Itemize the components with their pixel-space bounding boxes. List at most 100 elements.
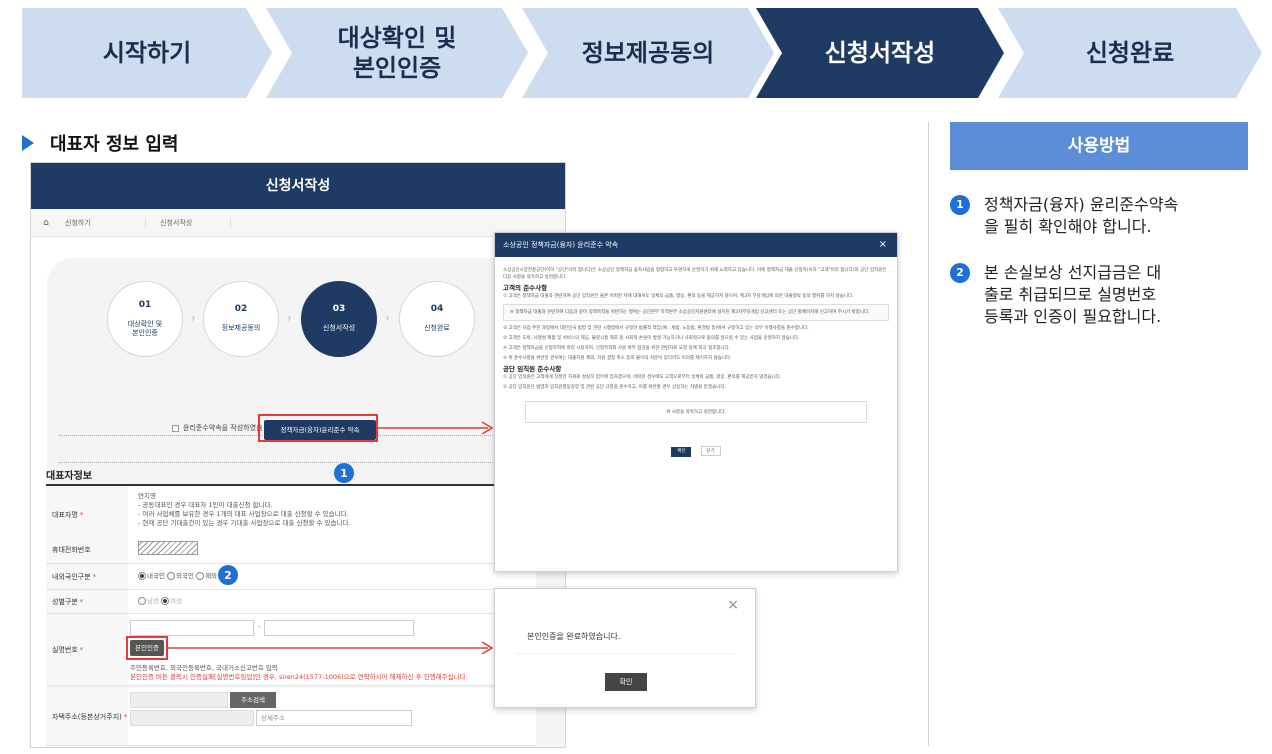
label-text: 성별구분	[52, 597, 78, 606]
radio-label: 남성	[147, 597, 159, 605]
howto-header: 사용방법	[950, 122, 1248, 170]
phone-label: 휴대전화번호	[46, 536, 128, 563]
nationality-label: 내외국인구분 *	[46, 564, 128, 589]
ethics-pledge-modal: 소상공인 정책자금(융자) 윤리준수 약속 × 소상공인시장진흥공단(이하 "공…	[494, 232, 898, 572]
modal-body: 소상공인시장진흥공단(이하 "공단"이라 합니다)은 소상공인 정책자금 융자사…	[495, 257, 897, 391]
howto-text: 본 손실보상 선지급금은 대	[984, 263, 1162, 282]
step-badge-1: 1	[334, 463, 354, 483]
breadcrumb-item[interactable]: 신청하기	[61, 217, 146, 228]
radio-label: 해외	[205, 572, 218, 580]
rep-name-note: - 여러 사업체를 보유한 경우 1개의 대표 사업장으로 대출 신청할 수 있…	[138, 510, 349, 518]
howto-text: 출로 취급되므로 실명번호	[984, 285, 1157, 304]
modal-notice-box: ※ 정책자금 대출과 관련하여 다음과 같이 정책목적을 위반하는 행위는 공단…	[503, 304, 889, 321]
checkbox-icon[interactable]	[172, 424, 179, 432]
step-label: 신청완료	[1085, 39, 1175, 67]
modal-confirm-button[interactable]: 확인	[671, 447, 692, 457]
breadcrumb-item[interactable]: 신청서작성	[146, 217, 231, 228]
identity-verify-button[interactable]: 본인인증	[130, 640, 164, 656]
close-icon[interactable]: ×	[879, 233, 887, 257]
label-text: 자택주소(등본상거주지)	[52, 712, 122, 721]
rep-name-note: - 현재 공단 기대출건이 있는 경우 기대출 사업장으로 대출 신청할 수 있…	[138, 519, 351, 527]
form-step-04: 04 신청완료	[399, 281, 475, 357]
required-mark: *	[123, 712, 128, 721]
label-text: 내외국인구분	[52, 572, 91, 581]
step-verify: 대상확인 및 본인인증	[266, 8, 528, 98]
form-step-01: 01 대상확인 및 본인인증	[107, 281, 183, 357]
section-title: 대표자 정보 입력	[22, 130, 178, 156]
form-step-03: 03 신청서작성	[301, 281, 377, 357]
step-start: 시작하기	[22, 8, 272, 98]
ethics-agree-checkbox[interactable]: 윤리준수약속을 작성하였음	[172, 423, 263, 433]
address-row: 자택주소(등본상거주지) * 주소검색 상세주소	[46, 688, 536, 746]
step-consent: 정보제공동의	[522, 8, 774, 98]
nationality-options: 내국인 외국인 해외	[138, 572, 217, 581]
modal-header: 소상공인 정책자금(융자) 윤리준수 약속 ×	[495, 233, 897, 257]
arrow-right-icon	[168, 641, 494, 654]
id-dash: -	[258, 623, 261, 631]
step-number: 02	[234, 304, 248, 314]
id-number-back-input[interactable]	[264, 620, 414, 636]
form-step-circles: 01 대상확인 및 본인인증 › 02 정보제공동의 › 03 신청서작성 › …	[107, 281, 497, 371]
step-circle-label: 정보제공동의	[221, 324, 261, 332]
rep-name-label: 대표자명 *	[46, 486, 128, 543]
radio-label: 여성	[170, 597, 183, 605]
step-complete: 신청완료	[998, 8, 1262, 98]
step-application: 신청서작성	[756, 8, 1004, 98]
step-progress-bar: 시작하기 대상확인 및 본인인증 정보제공동의 신청서작성 신청완료	[22, 8, 1262, 98]
radio-label: 외국인	[176, 572, 194, 580]
address-detail-input[interactable]: 상세주소	[256, 710, 412, 726]
nationality-row: 내외국인구분 * 내국인 외국인 해외	[46, 564, 536, 590]
home-icon[interactable]: ⌂	[31, 218, 61, 228]
triangle-bullet-icon	[22, 135, 34, 151]
phone-masked-input[interactable]	[138, 541, 198, 555]
number-badge: 1	[950, 195, 970, 215]
radio-female[interactable]	[161, 597, 170, 605]
section-title-text: 대표자 정보 입력	[50, 134, 179, 155]
radio-domestic[interactable]	[138, 572, 146, 580]
step-label: 정보제공동의	[581, 39, 715, 67]
modal-paragraph: ⑤ 위 준수사항을 위반한 경우에는 대출지원 제외, 지원 결정 취소 등의 …	[503, 356, 732, 361]
close-icon[interactable]: ×	[727, 597, 739, 613]
phone-row: 휴대전화번호	[46, 536, 536, 564]
modal-paragraph: ③ 고객은 도박, 사행성 제품 및 서비스의 제공, 불량식품 제조 등 사회…	[503, 336, 800, 341]
radio-foreign[interactable]	[167, 572, 176, 580]
modal-section-heading: 고객의 준수사항	[503, 284, 548, 292]
step-number: 03	[332, 304, 346, 314]
address-search-button[interactable]: 주소검색	[230, 692, 276, 708]
address-label: 자택주소(등본상거주지) *	[46, 688, 128, 745]
howto-item-2: 2 본 손실보상 선지급금은 대 출로 취급되므로 실명번호 등록과 인증이 필…	[950, 262, 1250, 328]
modal-divider	[515, 653, 735, 654]
verify-confirm-button[interactable]: 확인	[605, 673, 647, 691]
radio-male[interactable]	[138, 597, 146, 605]
address-input[interactable]	[130, 710, 254, 726]
modal-close-button[interactable]: 닫기	[700, 446, 721, 456]
label-text: 휴대전화번호	[52, 545, 91, 554]
gender-row: 성별구분 * 남성 여성	[46, 590, 536, 614]
id-number-warning: 본인인증 버튼 클릭시 인증실패[실명번호임업]인 경우, siren24(15…	[130, 673, 468, 681]
breadcrumb: ⌂ 신청하기 신청서작성	[31, 209, 565, 237]
step-circle-label: 대상확인 및	[127, 319, 163, 328]
modal-buttons: 확인 닫기	[495, 437, 897, 457]
howto-text: 을 필히 확인해야 합니다.	[984, 217, 1152, 236]
modal-agree-checkbox[interactable]: 위 사항을 약속하고 실천합니다.	[525, 401, 867, 423]
id-number-label: 실명번호 *	[46, 614, 128, 685]
step-badge-2: 2	[218, 565, 238, 585]
radio-overseas[interactable]	[196, 572, 205, 580]
step-circle-label: 신청서작성	[322, 324, 356, 332]
ethics-agree-label: 윤리준수약속을 작성하였음	[183, 424, 263, 432]
ethics-pledge-button[interactable]: 정책자금(융자)윤리준수 약속	[264, 420, 376, 440]
modal-intro: 소상공인시장진흥공단(이하 "공단"이라 합니다)은 소상공인 정책자금 융자사…	[503, 268, 887, 280]
howto-text: 등록과 인증이 필요합니다.	[984, 307, 1162, 326]
step-circle-label: 본인인증	[132, 328, 158, 337]
rep-name-value: 연지영 - 공동대표인 경우 대표자 1인이 대출신청 합니다. - 여러 사업…	[138, 492, 351, 528]
id-number-front-input[interactable]	[130, 620, 254, 636]
gender-label: 성별구분 *	[46, 590, 128, 613]
modal-paragraph: ② 고객은 사업 추진 과정에서 대한민국 법령 및 관련 시행령에서 규정한 …	[503, 326, 809, 331]
form-step-02: 02 정보제공동의	[203, 281, 279, 357]
modal-paragraph: ① 고객은 정책자금 대출과 관련하여 공단 임직원은 물론 어떠한 자에 대해…	[503, 294, 854, 299]
modal-section-heading: 공단 임직원 준수사항	[503, 365, 562, 373]
panel-divider	[928, 122, 929, 746]
zipcode-input[interactable]	[130, 692, 228, 708]
step-number: 04	[430, 304, 444, 314]
modal-notice-text: ※ 정책자금 대출과 관련하여 다음과 같이 정책목적을 위반하는 행위는 공단…	[510, 310, 870, 315]
